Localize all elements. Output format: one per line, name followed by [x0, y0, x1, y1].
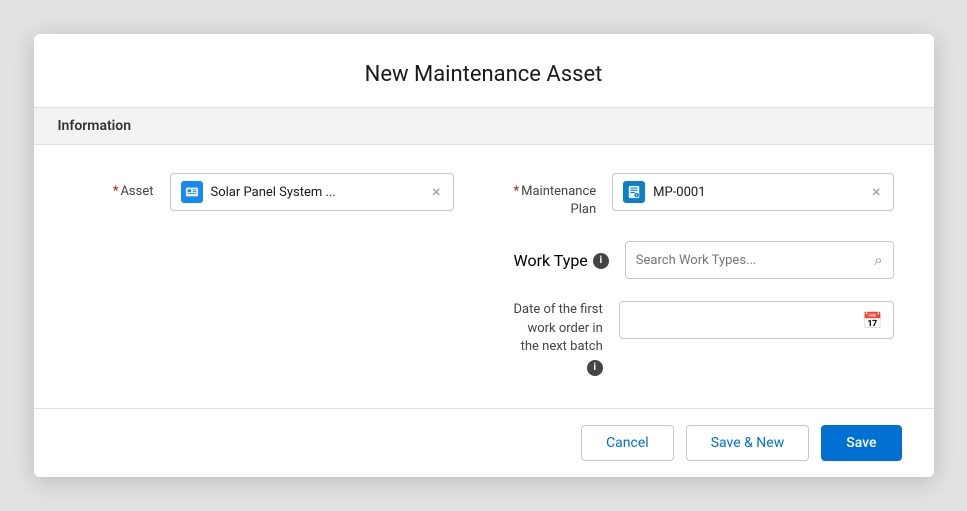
asset-lookup-field[interactable]: Solar Panel System ... ×	[170, 173, 454, 211]
maintenance-plan-label: *MaintenancePlan	[514, 173, 597, 219]
dialog-overlay: New Maintenance Asset Information *Asset	[0, 0, 967, 511]
date-field[interactable]: 📅	[619, 301, 894, 339]
dialog: New Maintenance Asset Information *Asset	[34, 34, 934, 477]
work-type-search-field[interactable]: ⌕	[625, 241, 894, 279]
date-label: Date of the firstwork order inthe next b…	[514, 301, 603, 356]
calendar-icon[interactable]: 📅	[863, 311, 883, 330]
date-label-col: Date of the firstwork order inthe next b…	[514, 301, 603, 376]
date-info-icon[interactable]: i	[587, 360, 603, 376]
search-icon: ⌕	[874, 251, 882, 269]
work-type-field-wrapper: ⌕	[625, 241, 894, 279]
maintenance-plan-row: *MaintenancePlan	[514, 173, 894, 219]
form-body: *Asset	[34, 145, 934, 408]
work-type-label: Work Type i	[514, 241, 609, 270]
mp-value: MP-0001	[653, 185, 862, 200]
date-label-text: Date of the firstwork order inthe next b…	[514, 302, 603, 353]
dialog-footer: Cancel Save & New Save	[34, 408, 934, 477]
asset-value: Solar Panel System ...	[211, 185, 422, 200]
mp-icon	[623, 181, 645, 203]
cancel-button[interactable]: Cancel	[581, 425, 674, 461]
work-type-row: Work Type i ⌕	[514, 241, 894, 279]
asset-icon	[181, 181, 203, 203]
work-type-info-icon[interactable]: i	[593, 253, 609, 269]
asset-svg-icon	[185, 185, 199, 199]
mp-clear-button[interactable]: ×	[870, 184, 883, 200]
asset-required-star: *	[113, 184, 119, 199]
date-info-row: i	[514, 360, 603, 376]
mp-label-text: MaintenancePlan	[521, 184, 596, 217]
save-new-button[interactable]: Save & New	[686, 425, 810, 461]
dialog-title: New Maintenance Asset	[34, 34, 934, 107]
asset-row: *Asset	[74, 173, 454, 211]
right-column: *MaintenancePlan	[514, 173, 894, 384]
mp-required-star: *	[514, 184, 520, 199]
mp-field-wrapper: MP-0001 ×	[612, 173, 893, 211]
save-button[interactable]: Save	[821, 425, 901, 461]
mp-lookup-field[interactable]: MP-0001 ×	[612, 173, 893, 211]
asset-field-wrapper: Solar Panel System ... ×	[170, 173, 454, 211]
date-input[interactable]	[630, 313, 857, 328]
work-type-label-text: Work Type	[514, 251, 588, 270]
asset-label: *Asset	[74, 173, 154, 201]
date-row: Date of the firstwork order inthe next b…	[514, 301, 894, 376]
mp-svg-icon	[627, 185, 641, 199]
date-field-wrapper: 📅	[619, 301, 894, 339]
section-header: Information	[34, 107, 934, 145]
left-column: *Asset	[74, 173, 454, 384]
work-type-input[interactable]	[636, 253, 868, 268]
asset-clear-button[interactable]: ×	[430, 184, 443, 200]
